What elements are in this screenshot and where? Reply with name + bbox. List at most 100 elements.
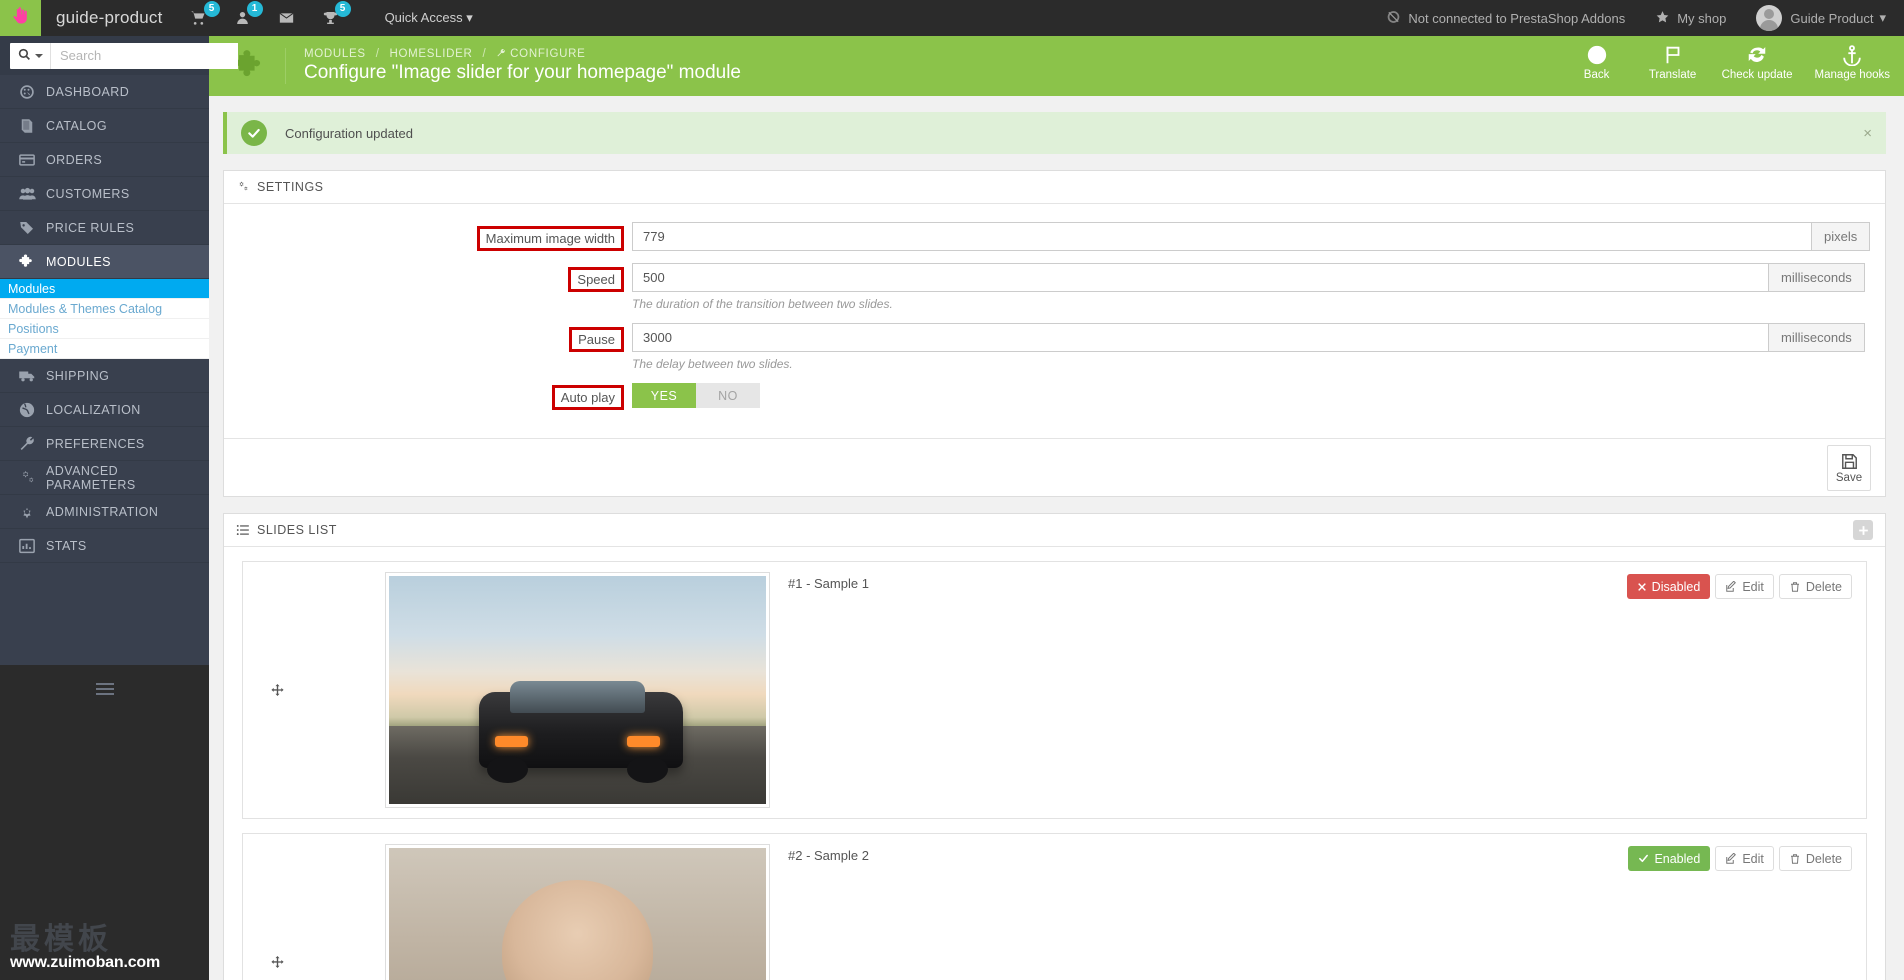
watermark: 最模板 www.zuimoban.com bbox=[10, 924, 200, 972]
customers-icon[interactable]: 1 bbox=[234, 1, 263, 26]
translate-button[interactable]: Translate bbox=[1646, 44, 1700, 81]
settings-panel: SETTINGS Maximum image width pixels Spee… bbox=[223, 170, 1886, 497]
sidebar-item-orders[interactable]: ORDERS bbox=[0, 143, 209, 177]
slide-delete-button[interactable]: Delete bbox=[1778, 574, 1852, 599]
table-row[interactable]: #2 - Sample 2 Enabled Edit Delete bbox=[242, 833, 1867, 980]
slide-status-button[interactable]: Disabled bbox=[1626, 574, 1711, 599]
auto-play-no-button[interactable]: NO bbox=[696, 383, 760, 408]
breadcrumb-item-configure[interactable]: CONFIGURE bbox=[510, 48, 585, 60]
catalog-book-icon bbox=[12, 117, 42, 135]
customers-badge: 1 bbox=[246, 1, 263, 17]
search-scope-dropdown[interactable] bbox=[10, 42, 51, 69]
sidebar-subitem-payment[interactable]: Payment bbox=[0, 339, 209, 359]
sidebar-item-label: STATS bbox=[46, 539, 87, 553]
sidebar-item-label: SHIPPING bbox=[46, 369, 110, 383]
slide-thumbnail[interactable] bbox=[385, 844, 770, 980]
truck-icon bbox=[12, 367, 42, 385]
manage-hooks-button[interactable]: Manage hooks bbox=[1815, 44, 1890, 81]
mail-icon[interactable] bbox=[277, 10, 296, 26]
quick-access-label: Quick Access bbox=[384, 10, 463, 25]
search-box[interactable] bbox=[10, 42, 238, 69]
slide-delete-label: Delete bbox=[1805, 851, 1842, 866]
speed-unit: milliseconds bbox=[1769, 263, 1865, 292]
trash-icon bbox=[1789, 853, 1801, 865]
slide-edit-button[interactable]: Edit bbox=[1715, 846, 1774, 871]
sidebar-subitem-label: Positions bbox=[8, 321, 59, 336]
page-header-toolbar: Back Translate Check update Manage hooks bbox=[1548, 36, 1904, 96]
quick-access-menu[interactable]: Quick Access ▾ bbox=[385, 10, 473, 26]
sidebar-item-label: MODULES bbox=[46, 255, 111, 269]
slide-thumbnail[interactable] bbox=[385, 572, 770, 808]
slide-title: #1 - Sample 1 bbox=[788, 576, 869, 591]
watermark-url-text: www.zuimoban.com bbox=[10, 954, 160, 971]
slides-list-panel: SLIDES LIST #1 - Sample 1 Disabled Edit … bbox=[223, 513, 1886, 980]
save-button-label: Save bbox=[1835, 471, 1863, 484]
sidebar-item-shipping[interactable]: SHIPPING bbox=[0, 359, 209, 393]
slides-list-panel-title: SLIDES LIST bbox=[257, 523, 337, 537]
sidebar-subitem-modules[interactable]: Modules bbox=[0, 279, 209, 299]
page-header: MODULES / HOMESLIDER / CONFIGURE Configu… bbox=[209, 36, 1904, 96]
sidebar-item-localization[interactable]: LOCALIZATION bbox=[0, 393, 209, 427]
sidebar-item-catalog[interactable]: CATALOG bbox=[0, 109, 209, 143]
my-shop-link[interactable]: My shop bbox=[1655, 10, 1726, 27]
sidebar-item-customers[interactable]: CUSTOMERS bbox=[0, 177, 209, 211]
slide-status-button[interactable]: Enabled bbox=[1628, 846, 1711, 871]
sidebar-item-price-rules[interactable]: PRICE RULES bbox=[0, 211, 209, 245]
trophy-badge: 5 bbox=[334, 1, 351, 17]
slide-edit-button[interactable]: Edit bbox=[1715, 574, 1774, 599]
sidebar-item-stats[interactable]: STATS bbox=[0, 529, 209, 563]
arrows-move-icon[interactable] bbox=[257, 683, 297, 698]
user-menu[interactable]: Guide Product ▾ bbox=[1756, 5, 1886, 31]
breadcrumb-item-modules[interactable]: MODULES bbox=[304, 48, 366, 60]
main-sidebar: DASHBOARD CATALOG ORDERS CUSTOMERS PRICE… bbox=[0, 36, 238, 980]
cart-badge: 5 bbox=[203, 1, 220, 17]
shop-name[interactable]: guide-product bbox=[56, 8, 163, 28]
pause-input[interactable] bbox=[632, 323, 1769, 352]
sidebar-collapse-button[interactable] bbox=[0, 683, 209, 695]
sidebar-item-advanced-parameters[interactable]: ADVANCED PARAMETERS bbox=[0, 461, 209, 495]
sidebar-item-label: ADMINISTRATION bbox=[46, 505, 159, 519]
sidebar-footer: 最模板 www.zuimoban.com bbox=[0, 665, 209, 980]
maximum-image-width-input[interactable] bbox=[632, 222, 1812, 251]
pause-unit: milliseconds bbox=[1769, 323, 1865, 352]
watermark-cn-text: 最模板 bbox=[10, 922, 112, 957]
slide-status-label: Enabled bbox=[1654, 851, 1701, 866]
sidebar-item-modules[interactable]: MODULES bbox=[0, 245, 209, 279]
settings-panel-header: SETTINGS bbox=[224, 171, 1885, 204]
page-title: Configure "Image slider for your homepag… bbox=[304, 62, 741, 83]
slide-actions: Enabled Edit Delete bbox=[1628, 844, 1852, 871]
form-row-pause: Pause milliseconds The delay between two… bbox=[224, 323, 1885, 371]
breadcrumb-item-homeslider[interactable]: HOMESLIDER bbox=[390, 48, 473, 60]
addons-status[interactable]: Not connected to PrestaShop Addons bbox=[1386, 10, 1625, 27]
maximum-image-width-unit: pixels bbox=[1812, 222, 1871, 251]
back-button[interactable]: Back bbox=[1570, 44, 1624, 81]
sidebar-subitem-modules-themes-catalog[interactable]: Modules & Themes Catalog bbox=[0, 299, 209, 319]
floppy-save-icon bbox=[1840, 452, 1859, 471]
sidebar-item-label: LOCALIZATION bbox=[46, 403, 141, 417]
my-shop-label: My shop bbox=[1677, 10, 1727, 26]
check-update-button[interactable]: Check update bbox=[1722, 44, 1793, 81]
sidebar-item-administration[interactable]: ADMINISTRATION bbox=[0, 495, 209, 529]
sidebar-item-preferences[interactable]: PREFERENCES bbox=[0, 427, 209, 461]
cart-icon[interactable]: 5 bbox=[189, 1, 220, 26]
save-button[interactable]: Save bbox=[1827, 444, 1871, 491]
refresh-icon bbox=[1746, 44, 1768, 66]
slide-delete-label: Delete bbox=[1805, 579, 1842, 594]
sidebar-subitem-positions[interactable]: Positions bbox=[0, 319, 209, 339]
speed-input[interactable] bbox=[632, 263, 1769, 292]
table-row[interactable]: #1 - Sample 1 Disabled Edit Delete bbox=[242, 561, 1867, 819]
add-slide-button[interactable] bbox=[1853, 520, 1873, 540]
sidebar-item-dashboard[interactable]: DASHBOARD bbox=[0, 75, 209, 109]
sidebar-item-label: PRICE RULES bbox=[46, 221, 135, 235]
translate-button-label: Translate bbox=[1648, 69, 1697, 81]
slide-delete-button[interactable]: Delete bbox=[1778, 846, 1852, 871]
search-input[interactable] bbox=[51, 42, 238, 69]
breadcrumb: MODULES / HOMESLIDER / CONFIGURE bbox=[304, 48, 741, 60]
gears-icon bbox=[236, 180, 250, 194]
trophy-icon[interactable]: 5 bbox=[322, 1, 351, 26]
close-icon[interactable]: × bbox=[1863, 125, 1872, 142]
auto-play-yes-button[interactable]: YES bbox=[632, 383, 696, 408]
arrows-move-icon[interactable] bbox=[257, 955, 297, 970]
logo-tile[interactable] bbox=[0, 0, 41, 36]
back-button-label: Back bbox=[1583, 69, 1610, 81]
